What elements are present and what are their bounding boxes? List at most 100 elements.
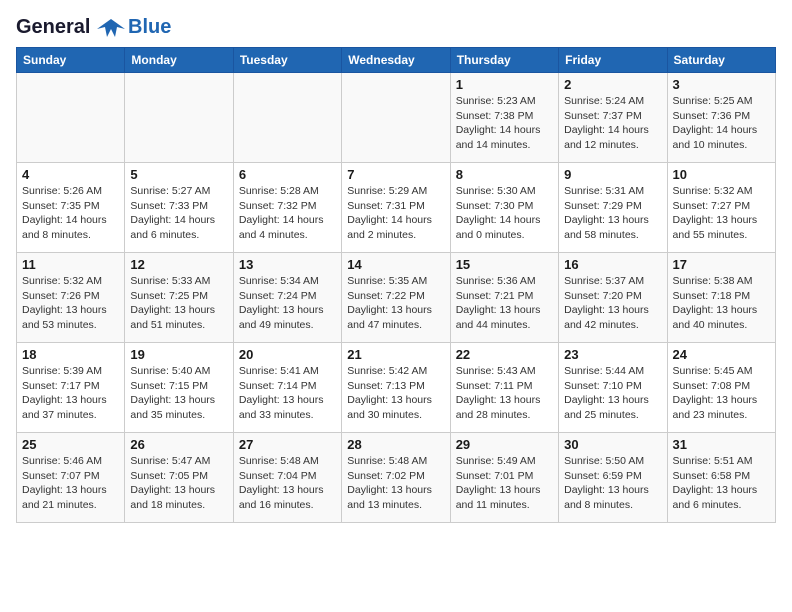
day-info: Sunrise: 5:40 AM Sunset: 7:15 PM Dayligh…	[130, 364, 227, 423]
day-header-saturday: Saturday	[667, 48, 775, 73]
week-row-5: 25 Sunrise: 5:46 AM Sunset: 7:07 PM Dayli…	[17, 433, 776, 523]
day-info: Sunrise: 5:50 AM Sunset: 6:59 PM Dayligh…	[564, 454, 661, 513]
day-number: 13	[239, 257, 336, 272]
day-info: Sunrise: 5:34 AM Sunset: 7:24 PM Dayligh…	[239, 274, 336, 333]
day-number: 14	[347, 257, 444, 272]
day-number: 31	[673, 437, 770, 452]
day-info: Sunrise: 5:49 AM Sunset: 7:01 PM Dayligh…	[456, 454, 553, 513]
day-number: 29	[456, 437, 553, 452]
day-number: 3	[673, 77, 770, 92]
day-info: Sunrise: 5:35 AM Sunset: 7:22 PM Dayligh…	[347, 274, 444, 333]
day-header-friday: Friday	[559, 48, 667, 73]
day-info: Sunrise: 5:39 AM Sunset: 7:17 PM Dayligh…	[22, 364, 119, 423]
day-info: Sunrise: 5:23 AM Sunset: 7:38 PM Dayligh…	[456, 94, 553, 153]
logo-bird-icon	[97, 17, 125, 39]
day-cell	[342, 73, 450, 163]
day-number: 7	[347, 167, 444, 182]
day-info: Sunrise: 5:41 AM Sunset: 7:14 PM Dayligh…	[239, 364, 336, 423]
day-info: Sunrise: 5:26 AM Sunset: 7:35 PM Dayligh…	[22, 184, 119, 243]
day-header-sunday: Sunday	[17, 48, 125, 73]
week-row-4: 18 Sunrise: 5:39 AM Sunset: 7:17 PM Dayli…	[17, 343, 776, 433]
day-info: Sunrise: 5:46 AM Sunset: 7:07 PM Dayligh…	[22, 454, 119, 513]
day-cell: 4 Sunrise: 5:26 AM Sunset: 7:35 PM Daylig…	[17, 163, 125, 253]
day-cell: 26 Sunrise: 5:47 AM Sunset: 7:05 PM Dayli…	[125, 433, 233, 523]
day-info: Sunrise: 5:44 AM Sunset: 7:10 PM Dayligh…	[564, 364, 661, 423]
day-number: 24	[673, 347, 770, 362]
day-cell: 13 Sunrise: 5:34 AM Sunset: 7:24 PM Dayli…	[233, 253, 341, 343]
day-cell: 31 Sunrise: 5:51 AM Sunset: 6:58 PM Dayli…	[667, 433, 775, 523]
day-info: Sunrise: 5:37 AM Sunset: 7:20 PM Dayligh…	[564, 274, 661, 333]
day-number: 15	[456, 257, 553, 272]
day-info: Sunrise: 5:30 AM Sunset: 7:30 PM Dayligh…	[456, 184, 553, 243]
day-cell: 3 Sunrise: 5:25 AM Sunset: 7:36 PM Daylig…	[667, 73, 775, 163]
day-cell: 7 Sunrise: 5:29 AM Sunset: 7:31 PM Daylig…	[342, 163, 450, 253]
day-cell: 1 Sunrise: 5:23 AM Sunset: 7:38 PM Daylig…	[450, 73, 558, 163]
day-number: 23	[564, 347, 661, 362]
day-cell: 23 Sunrise: 5:44 AM Sunset: 7:10 PM Dayli…	[559, 343, 667, 433]
day-number: 16	[564, 257, 661, 272]
day-number: 17	[673, 257, 770, 272]
day-number: 5	[130, 167, 227, 182]
day-info: Sunrise: 5:47 AM Sunset: 7:05 PM Dayligh…	[130, 454, 227, 513]
day-number: 8	[456, 167, 553, 182]
day-info: Sunrise: 5:25 AM Sunset: 7:36 PM Dayligh…	[673, 94, 770, 153]
day-info: Sunrise: 5:28 AM Sunset: 7:32 PM Dayligh…	[239, 184, 336, 243]
week-row-2: 4 Sunrise: 5:26 AM Sunset: 7:35 PM Daylig…	[17, 163, 776, 253]
day-cell: 19 Sunrise: 5:40 AM Sunset: 7:15 PM Dayli…	[125, 343, 233, 433]
logo: General Blue	[16, 16, 171, 39]
logo-blue: Blue	[128, 16, 171, 39]
day-number: 20	[239, 347, 336, 362]
day-cell: 9Sunrise: 5:31 AM Sunset: 7:29 PM Daylig…	[559, 163, 667, 253]
day-number: 11	[22, 257, 119, 272]
day-number: 30	[564, 437, 661, 452]
day-header-wednesday: Wednesday	[342, 48, 450, 73]
day-cell: 25 Sunrise: 5:46 AM Sunset: 7:07 PM Dayli…	[17, 433, 125, 523]
day-cell: 24 Sunrise: 5:45 AM Sunset: 7:08 PM Dayli…	[667, 343, 775, 433]
day-cell: 16 Sunrise: 5:37 AM Sunset: 7:20 PM Dayli…	[559, 253, 667, 343]
day-cell: 27Sunrise: 5:48 AM Sunset: 7:04 PM Dayli…	[233, 433, 341, 523]
week-row-3: 11 Sunrise: 5:32 AM Sunset: 7:26 PM Dayli…	[17, 253, 776, 343]
day-info: Sunrise: 5:32 AM Sunset: 7:27 PM Dayligh…	[673, 184, 770, 243]
day-info: Sunrise: 5:38 AM Sunset: 7:18 PM Dayligh…	[673, 274, 770, 333]
day-cell: 5 Sunrise: 5:27 AM Sunset: 7:33 PM Daylig…	[125, 163, 233, 253]
day-info: Sunrise: 5:33 AM Sunset: 7:25 PM Dayligh…	[130, 274, 227, 333]
day-info: Sunrise: 5:27 AM Sunset: 7:33 PM Dayligh…	[130, 184, 227, 243]
day-cell	[17, 73, 125, 163]
day-number: 22	[456, 347, 553, 362]
calendar-table: SundayMondayTuesdayWednesdayThursdayFrid…	[16, 47, 776, 523]
day-cell: 22 Sunrise: 5:43 AM Sunset: 7:11 PM Dayli…	[450, 343, 558, 433]
page-header: General Blue	[16, 16, 776, 39]
day-info: Sunrise: 5:51 AM Sunset: 6:58 PM Dayligh…	[673, 454, 770, 513]
day-cell: 20 Sunrise: 5:41 AM Sunset: 7:14 PM Dayli…	[233, 343, 341, 433]
day-number: 1	[456, 77, 553, 92]
day-info: Sunrise: 5:45 AM Sunset: 7:08 PM Dayligh…	[673, 364, 770, 423]
day-info: Sunrise: 5:43 AM Sunset: 7:11 PM Dayligh…	[456, 364, 553, 423]
day-cell: 28Sunrise: 5:48 AM Sunset: 7:02 PM Dayli…	[342, 433, 450, 523]
day-info: Sunrise: 5:42 AM Sunset: 7:13 PM Dayligh…	[347, 364, 444, 423]
day-number: 10	[673, 167, 770, 182]
day-cell: 14 Sunrise: 5:35 AM Sunset: 7:22 PM Dayli…	[342, 253, 450, 343]
day-info: Sunrise: 5:32 AM Sunset: 7:26 PM Dayligh…	[22, 274, 119, 333]
day-number: 25	[22, 437, 119, 452]
day-number: 26	[130, 437, 227, 452]
day-number: 2	[564, 77, 661, 92]
day-number: 21	[347, 347, 444, 362]
days-of-week-row: SundayMondayTuesdayWednesdayThursdayFrid…	[17, 48, 776, 73]
day-header-tuesday: Tuesday	[233, 48, 341, 73]
day-info: Sunrise: 5:31 AM Sunset: 7:29 PM Dayligh…	[564, 184, 661, 243]
day-number: 18	[22, 347, 119, 362]
day-cell: 10 Sunrise: 5:32 AM Sunset: 7:27 PM Dayli…	[667, 163, 775, 253]
day-number: 4	[22, 167, 119, 182]
day-cell: 18 Sunrise: 5:39 AM Sunset: 7:17 PM Dayli…	[17, 343, 125, 433]
day-cell: 8 Sunrise: 5:30 AM Sunset: 7:30 PM Daylig…	[450, 163, 558, 253]
day-cell	[125, 73, 233, 163]
day-cell: 2Sunrise: 5:24 AM Sunset: 7:37 PM Daylig…	[559, 73, 667, 163]
week-row-1: 1 Sunrise: 5:23 AM Sunset: 7:38 PM Daylig…	[17, 73, 776, 163]
day-cell: 11 Sunrise: 5:32 AM Sunset: 7:26 PM Dayli…	[17, 253, 125, 343]
day-number: 19	[130, 347, 227, 362]
day-cell: 29 Sunrise: 5:49 AM Sunset: 7:01 PM Dayli…	[450, 433, 558, 523]
day-cell: 12Sunrise: 5:33 AM Sunset: 7:25 PM Dayli…	[125, 253, 233, 343]
day-info: Sunrise: 5:29 AM Sunset: 7:31 PM Dayligh…	[347, 184, 444, 243]
day-cell: 17 Sunrise: 5:38 AM Sunset: 7:18 PM Dayli…	[667, 253, 775, 343]
day-header-monday: Monday	[125, 48, 233, 73]
